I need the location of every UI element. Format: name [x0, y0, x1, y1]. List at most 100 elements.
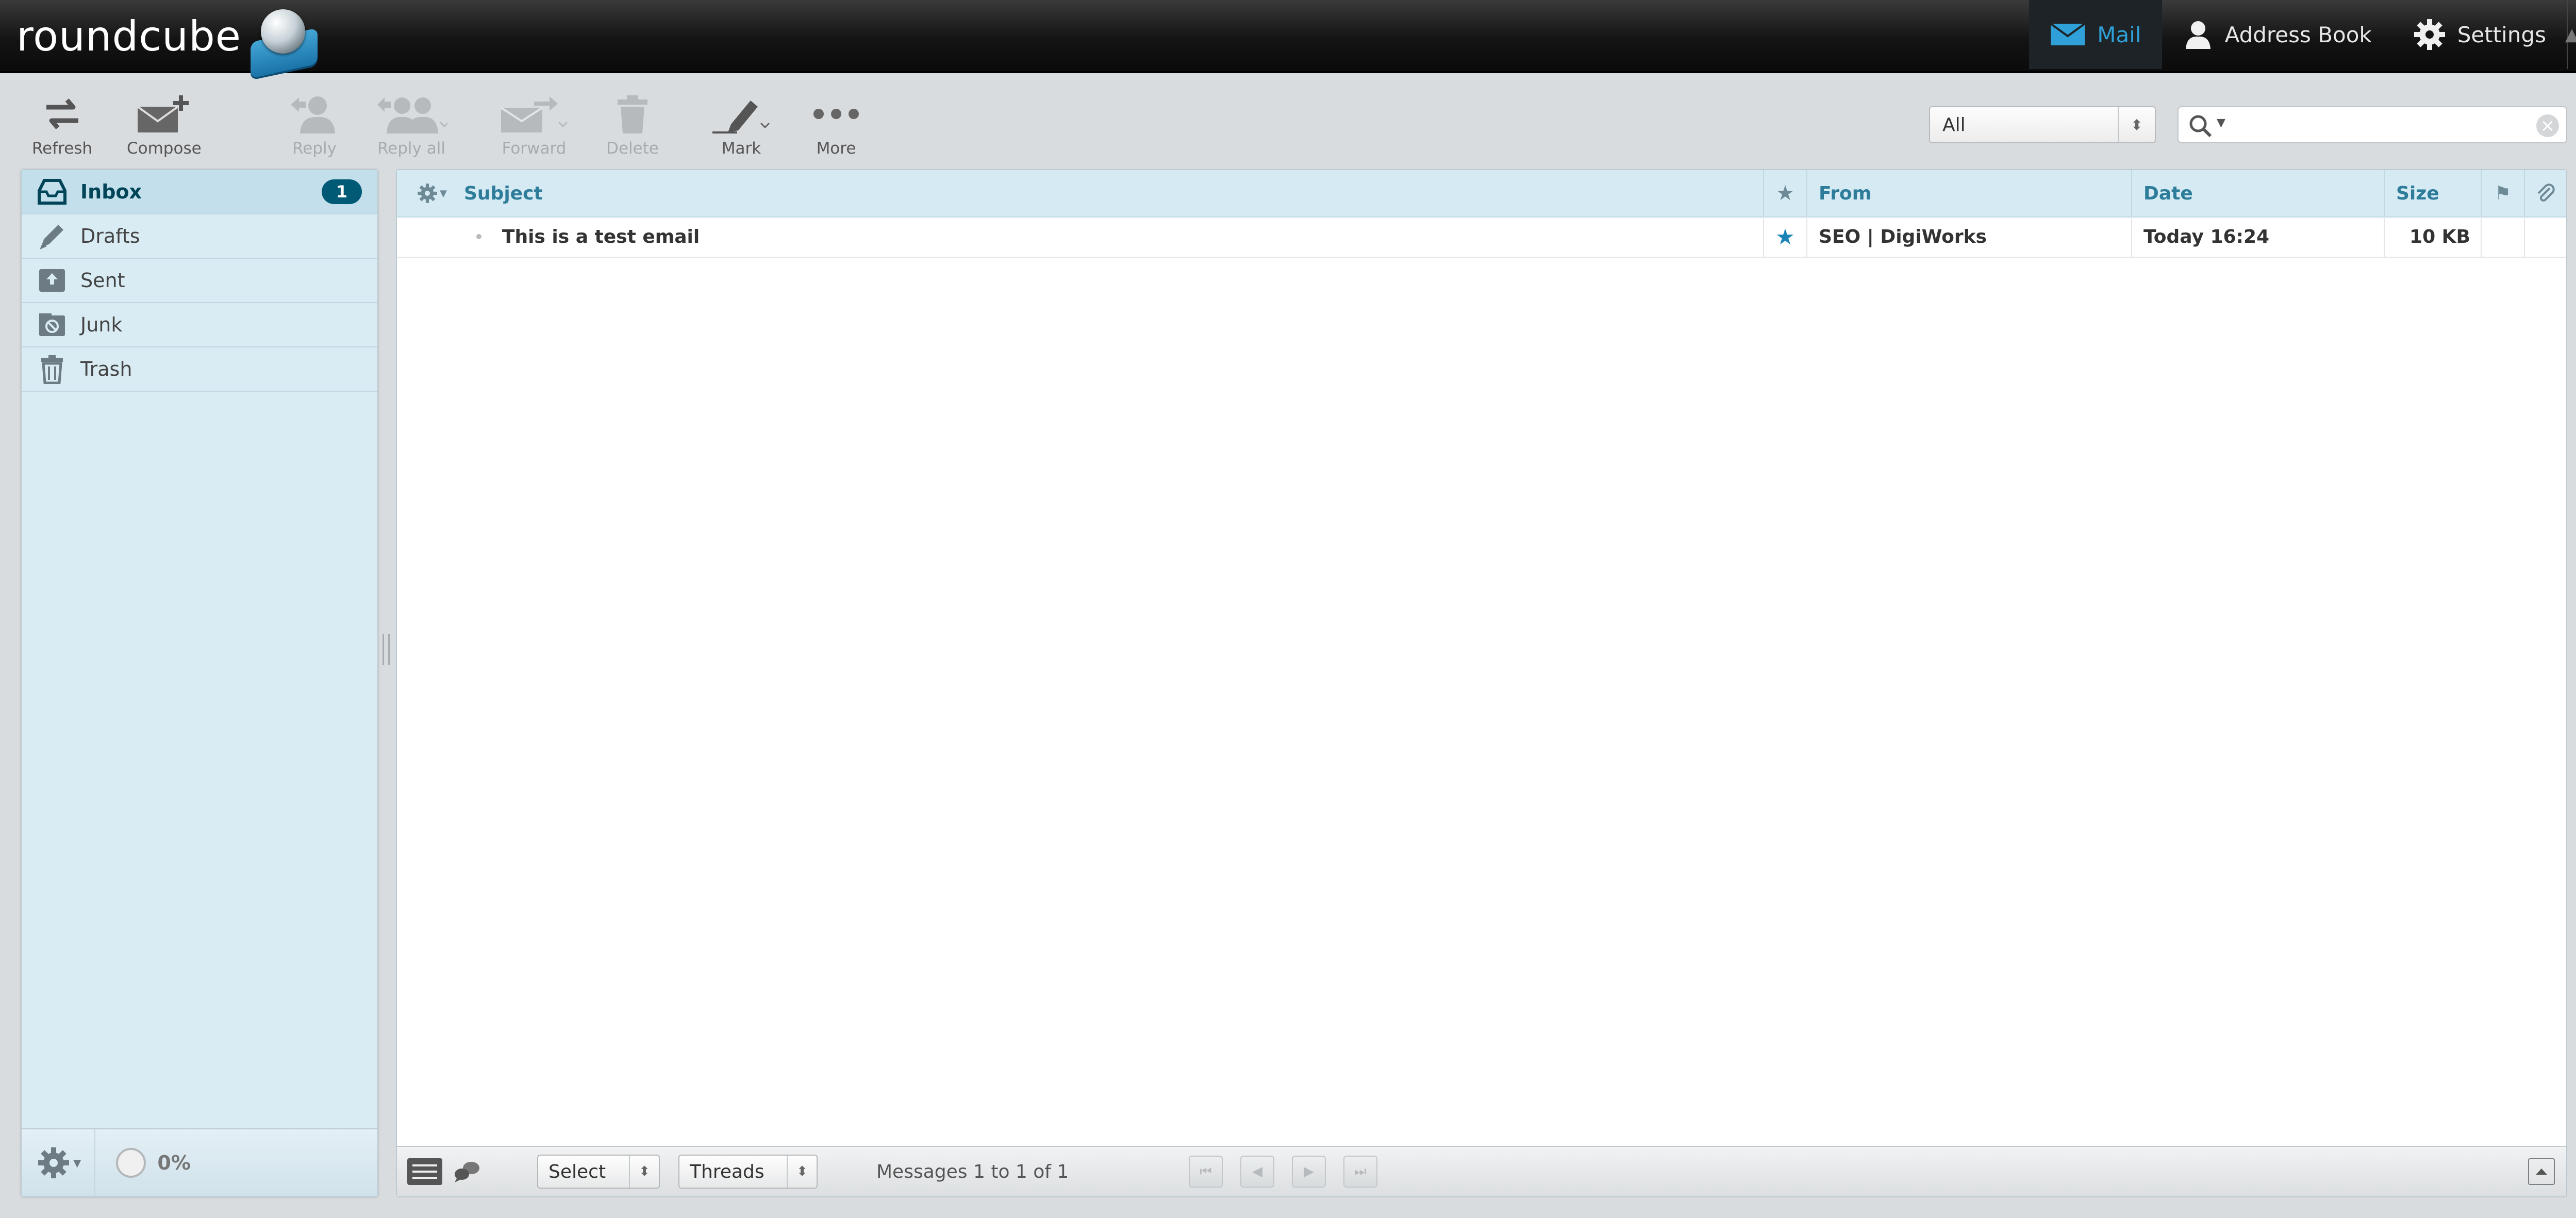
- list-options-button[interactable]: ▼: [407, 170, 457, 216]
- nav-address-book-label: Address Book: [2224, 22, 2372, 47]
- more-label: More: [816, 139, 856, 158]
- gear-icon: [2414, 19, 2445, 50]
- threads-label: Threads: [690, 1161, 765, 1182]
- forward-button[interactable]: Forward: [498, 90, 570, 158]
- footer-divider: [94, 1129, 96, 1196]
- quota-pie-icon: [116, 1148, 146, 1178]
- trash-icon: [36, 353, 68, 385]
- select-menu[interactable]: Select ⬍: [537, 1147, 660, 1196]
- column-date-label: Date: [2143, 182, 2193, 204]
- table-row[interactable]: • This is a test email ★ SEO | DigiWorks…: [397, 216, 2566, 258]
- folder-drafts[interactable]: Drafts: [22, 214, 377, 259]
- list-view-icon: [407, 1158, 442, 1185]
- list-view-toggle-button[interactable]: [406, 1147, 443, 1196]
- roundcube-logo[interactable]: roundcube: [16, 9, 324, 78]
- search-box[interactable]: ▼ ×: [2178, 106, 2567, 143]
- next-page-icon[interactable]: ▶: [1292, 1156, 1326, 1188]
- folder-label: Drafts: [80, 225, 140, 247]
- gear-icon: [38, 1147, 69, 1178]
- envelope-icon: [2050, 23, 2086, 45]
- message-flag[interactable]: [2481, 216, 2524, 257]
- filter-selected-value: All: [1942, 114, 1966, 136]
- folder-sent[interactable]: Sent: [22, 259, 377, 303]
- nav-address-book[interactable]: Address Book: [2162, 0, 2392, 69]
- reply-label: Reply: [292, 139, 337, 158]
- panel-splitter-handle[interactable]: [383, 634, 390, 665]
- chevron-down-icon: ▼: [440, 188, 447, 199]
- search-input[interactable]: [2240, 111, 2531, 139]
- message-list-footer: Select ⬍ Threads ⬍ Messages 1 to 1 of 1 …: [397, 1146, 2566, 1196]
- column-flag[interactable]: ⚑: [2481, 170, 2524, 216]
- message-list: ▼ Subject ★ From Date Size ⚑ • This is a…: [396, 169, 2567, 1197]
- folder-inbox[interactable]: Inbox 1: [22, 170, 377, 214]
- unread-status-dot-icon[interactable]: •: [474, 228, 484, 245]
- message-count: Messages 1 to 1 of 1: [876, 1147, 1069, 1196]
- column-attachment[interactable]: [2524, 170, 2566, 216]
- select-arrows-icon: ⬍: [787, 1156, 817, 1188]
- first-page-icon[interactable]: ⏮: [1189, 1156, 1223, 1188]
- nav-settings-label: Settings: [2457, 22, 2546, 47]
- search-clear-icon[interactable]: ×: [2536, 114, 2559, 137]
- column-date[interactable]: Date: [2131, 170, 2384, 216]
- message-list-header: ▼ Subject ★ From Date Size ⚑: [397, 170, 2566, 218]
- gear-icon: [418, 183, 437, 203]
- folder-trash[interactable]: Trash: [22, 347, 377, 392]
- mark-button[interactable]: Mark: [710, 90, 772, 158]
- message-filter-select[interactable]: All ⬍: [1929, 106, 2156, 143]
- more-button[interactable]: More: [811, 90, 861, 158]
- message-star[interactable]: ★: [1763, 216, 1806, 257]
- column-subject[interactable]: Subject: [464, 170, 1830, 216]
- quota-text: 0%: [157, 1152, 191, 1174]
- last-page-icon[interactable]: ⏭: [1343, 1156, 1377, 1188]
- message-date-text: Today 16:24: [2143, 226, 2270, 247]
- folder-label: Inbox: [80, 180, 142, 203]
- threads-menu[interactable]: Threads ⬍: [678, 1147, 818, 1196]
- reply-all-button[interactable]: Reply all: [375, 90, 447, 158]
- folder-junk[interactable]: Junk: [22, 303, 377, 347]
- previous-page-icon[interactable]: ◀: [1240, 1156, 1274, 1188]
- column-size[interactable]: Size: [2384, 170, 2481, 216]
- inbox-icon: [36, 176, 68, 208]
- folder-label: Trash: [80, 358, 132, 380]
- delete-button[interactable]: Delete: [606, 90, 659, 158]
- trash-icon: [617, 95, 647, 134]
- pencil-icon: [36, 220, 68, 252]
- compose-label: Compose: [127, 139, 202, 158]
- nav-overflow-button[interactable]: ▲: [2565, 0, 2576, 69]
- message-count-text: Messages 1 to 1 of 1: [876, 1161, 1069, 1182]
- message-subject[interactable]: • This is a test email: [397, 216, 1763, 257]
- search-icon[interactable]: [2188, 113, 2214, 139]
- nav-mail[interactable]: Mail: [2029, 0, 2162, 69]
- refresh-label: Refresh: [32, 139, 93, 158]
- maximize-list-icon[interactable]: [2528, 1158, 2555, 1185]
- delete-label: Delete: [606, 139, 659, 158]
- logo-cube-icon: [246, 5, 324, 78]
- column-size-label: Size: [2396, 182, 2439, 204]
- sent-icon: [36, 264, 68, 296]
- compose-icon: [137, 95, 189, 132]
- compose-button[interactable]: Compose: [127, 90, 202, 158]
- chevron-down-icon: ▼: [73, 1157, 81, 1169]
- threads-expand-button[interactable]: [453, 1147, 481, 1196]
- refresh-button[interactable]: Refresh: [32, 90, 92, 158]
- column-flag-star[interactable]: ★: [1763, 170, 1806, 216]
- mark-pen-icon: [712, 101, 770, 134]
- folder-list-footer: ▼ 0%: [22, 1128, 377, 1196]
- folder-list: Inbox 1 Drafts Sent Junk Trash ▼ 0%: [21, 169, 378, 1197]
- column-from[interactable]: From: [1806, 170, 2131, 216]
- message-from: SEO | DigiWorks: [1806, 216, 2131, 257]
- reply-button[interactable]: Reply: [289, 90, 340, 158]
- logo-text: roundcube: [16, 12, 241, 60]
- select-arrows-icon: ⬍: [2118, 107, 2155, 142]
- message-size: 10 KB: [2384, 216, 2481, 257]
- reply-all-label: Reply all: [377, 139, 445, 158]
- message-date: Today 16:24: [2131, 216, 2384, 257]
- column-from-label: From: [1819, 182, 1872, 204]
- star-icon: ★: [1775, 224, 1795, 249]
- nav-settings[interactable]: Settings: [2392, 0, 2567, 69]
- folder-actions-button[interactable]: ▼: [37, 1146, 81, 1179]
- junk-icon: [36, 309, 68, 341]
- search-options-caret-icon[interactable]: ▼: [2217, 116, 2225, 129]
- select-arrows-icon: ⬍: [629, 1156, 659, 1188]
- roundcube-app: roundcube Mail Address Book Settings ▲ R…: [0, 0, 2576, 1218]
